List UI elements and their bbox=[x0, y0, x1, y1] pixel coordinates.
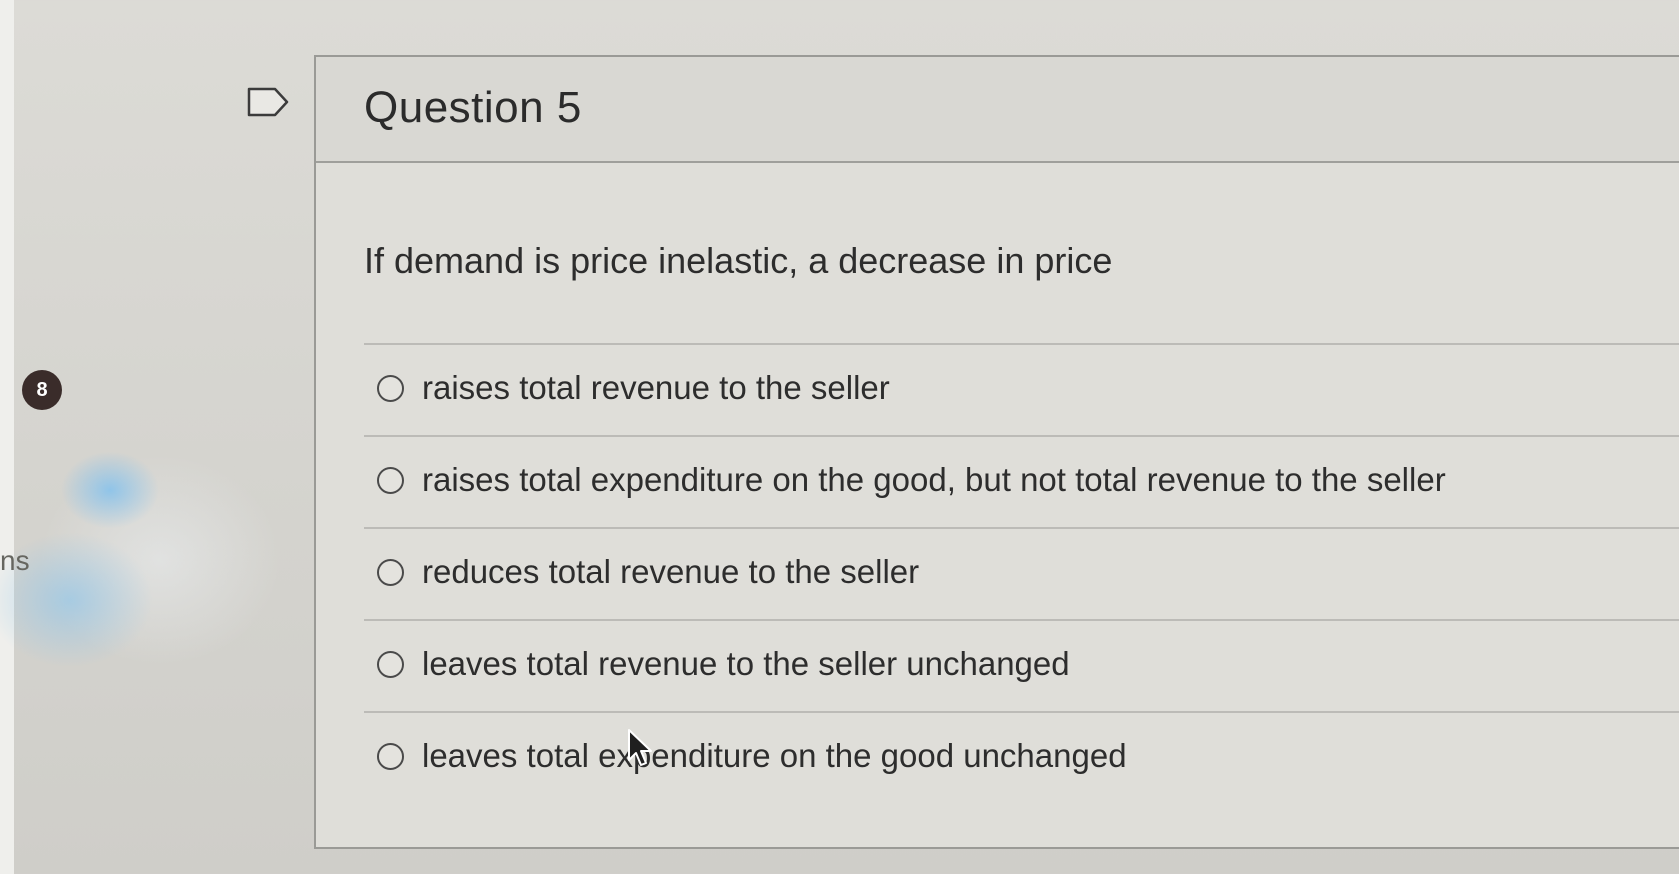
answer-option-4[interactable]: leaves total revenue to the seller uncha… bbox=[364, 621, 1679, 713]
flag-icon[interactable] bbox=[245, 85, 291, 119]
question-number-badge[interactable]: 8 bbox=[22, 370, 62, 410]
answer-option-5[interactable]: leaves total expenditure on the good unc… bbox=[364, 713, 1679, 803]
radio-button[interactable] bbox=[377, 651, 404, 678]
radio-button[interactable] bbox=[377, 743, 404, 770]
answer-option-3[interactable]: reduces total revenue to the seller bbox=[364, 529, 1679, 621]
answer-label[interactable]: leaves total revenue to the seller uncha… bbox=[422, 645, 1070, 683]
answer-label[interactable]: leaves total expenditure on the good unc… bbox=[422, 737, 1127, 775]
answer-option-2[interactable]: raises total expenditure on the good, bu… bbox=[364, 437, 1679, 529]
radio-button[interactable] bbox=[377, 467, 404, 494]
answer-label[interactable]: reduces total revenue to the seller bbox=[422, 553, 919, 591]
question-card: Question 5 If demand is price inelastic,… bbox=[314, 55, 1679, 849]
question-prompt: If demand is price inelastic, a decrease… bbox=[364, 240, 1113, 281]
radio-button[interactable] bbox=[377, 375, 404, 402]
question-title: Question 5 bbox=[364, 83, 582, 132]
background-blur bbox=[0, 400, 320, 730]
answer-label[interactable]: raises total expenditure on the good, bu… bbox=[422, 461, 1446, 499]
side-label-fragment: ns bbox=[0, 545, 30, 576]
answer-label[interactable]: raises total revenue to the seller bbox=[422, 369, 890, 407]
mouse-cursor-icon bbox=[628, 729, 652, 766]
radio-button[interactable] bbox=[377, 559, 404, 586]
answer-list: raises total revenue to the seller raise… bbox=[364, 343, 1679, 803]
question-header: Question 5 bbox=[316, 57, 1679, 163]
answer-option-1[interactable]: raises total revenue to the seller bbox=[364, 345, 1679, 437]
